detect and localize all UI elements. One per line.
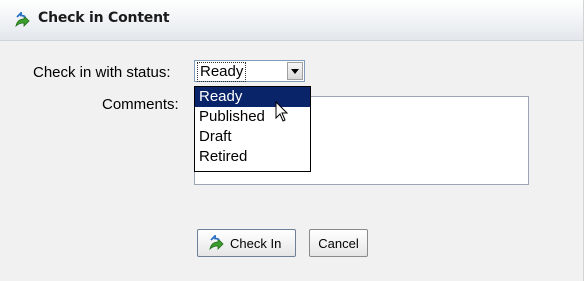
cancel-button[interactable]: Cancel <box>309 229 368 257</box>
status-dropdown-list: Ready Published Draft Retired <box>194 86 311 172</box>
check-in-arrow-icon <box>209 234 224 250</box>
dialog-titlebar: Check in Content <box>0 0 583 41</box>
status-option-draft[interactable]: Draft <box>195 127 310 147</box>
comments-label: Comments: <box>102 96 179 113</box>
status-option-published[interactable]: Published <box>195 107 310 127</box>
status-option-ready[interactable]: Ready <box>195 87 310 107</box>
check-in-button[interactable]: Check In <box>197 229 296 257</box>
mouse-pointer-icon <box>275 100 289 127</box>
check-in-arrow-icon <box>14 10 31 29</box>
status-option-retired[interactable]: Retired <box>195 147 310 167</box>
check-in-button-label: Check In <box>230 235 282 251</box>
cancel-button-label: Cancel <box>318 235 359 251</box>
status-select-toggle[interactable] <box>287 62 303 80</box>
dialog-title: Check in Content <box>38 10 170 26</box>
check-in-dialog: Check in Content Check in with status: R… <box>0 0 584 281</box>
status-select[interactable]: Ready <box>194 60 305 82</box>
status-label: Check in with status: <box>33 64 171 81</box>
status-select-value: Ready <box>197 62 247 82</box>
chevron-down-icon <box>291 69 299 74</box>
